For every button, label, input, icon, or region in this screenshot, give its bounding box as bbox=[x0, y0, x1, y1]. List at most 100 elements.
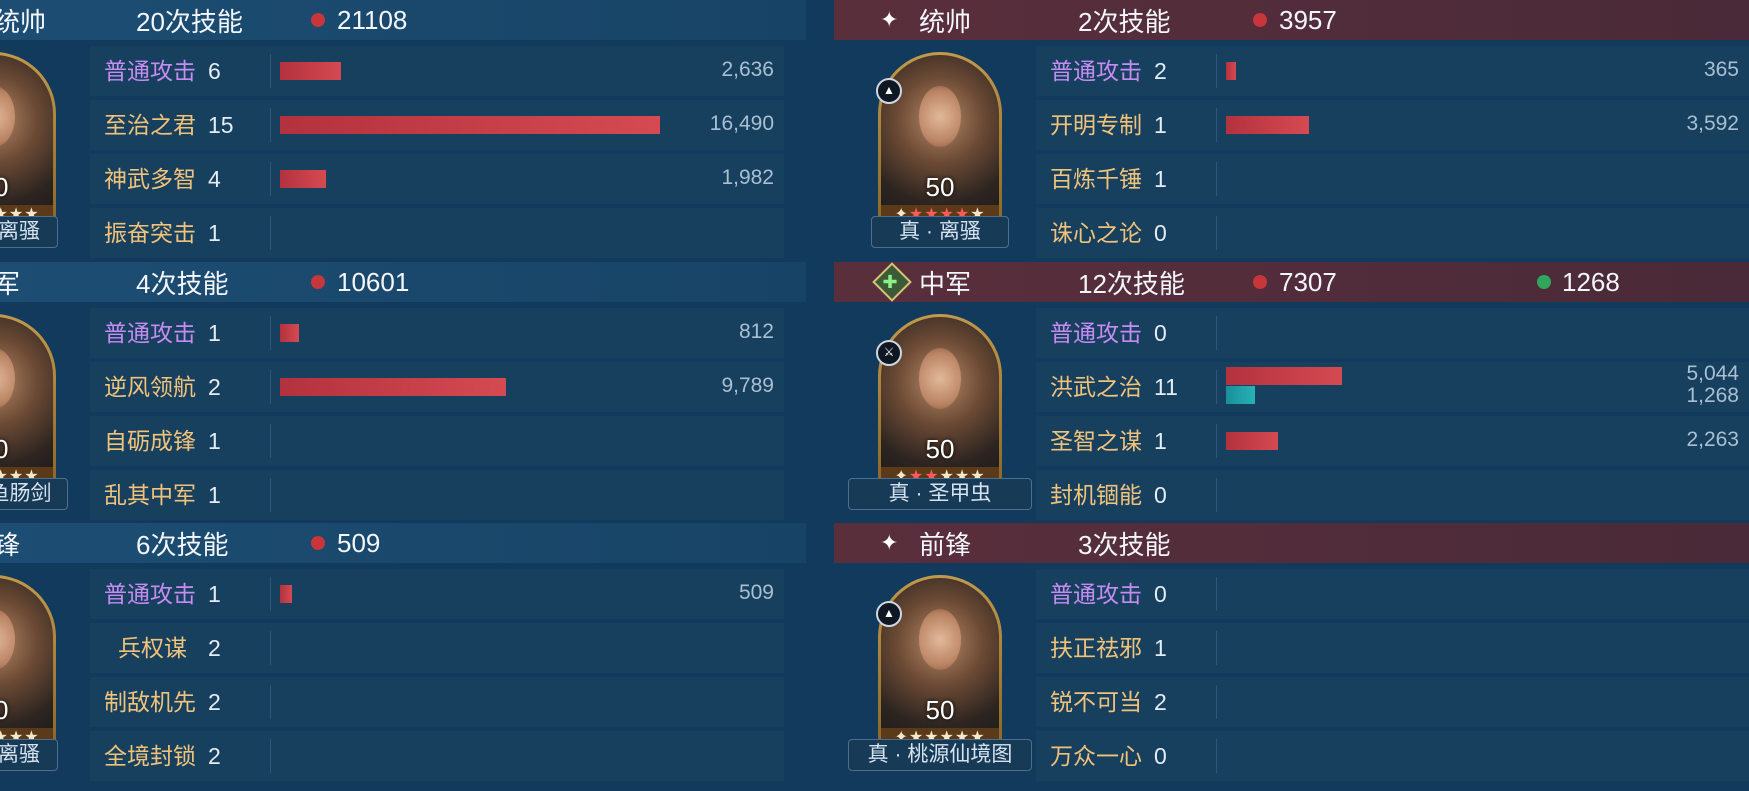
hero-image: 50✦★★★★★ bbox=[0, 578, 53, 748]
role-label: 统帅 bbox=[919, 6, 972, 37]
member-section: ✚ 中军 12次技能 7307 1268 50 ✦★★★★★ ⚔ 真 · 圣甲虫 普通攻击 0 洪武之… bbox=[834, 262, 1749, 523]
skill-row: 振奋突击 1 bbox=[90, 208, 784, 258]
hero-image: 50✦★★★★★ bbox=[881, 55, 999, 225]
normal-attack-label: 普通攻击 bbox=[1050, 581, 1142, 607]
member-header: 统帅 20次技能 21108 bbox=[0, 0, 806, 40]
skill-name: 百炼千锤 bbox=[1050, 166, 1142, 192]
row-divider bbox=[270, 54, 271, 88]
heal-total: 1268 bbox=[1562, 266, 1620, 297]
member-header: ✦ 统帅 2次技能 3957 bbox=[834, 0, 1749, 40]
cast-count: 0 bbox=[1154, 581, 1167, 607]
role-label: 统帅 bbox=[0, 6, 47, 37]
star-icon: ✦ bbox=[880, 7, 899, 32]
damage-value: 2,263 bbox=[1686, 428, 1739, 451]
skill-name: 锐不可当 bbox=[1050, 689, 1142, 715]
tank-icon: ▲ bbox=[876, 601, 902, 627]
hero-portrait[interactable]: 50✦★★★★★ bbox=[0, 575, 56, 751]
hero-level: 50 bbox=[0, 172, 9, 202]
cast-count: 0 bbox=[1154, 482, 1167, 508]
skill-row: 全境封锁 2 bbox=[90, 731, 784, 781]
cast-count: 1 bbox=[1154, 166, 1167, 192]
equipment-tag[interactable]: 离骚 bbox=[0, 216, 58, 248]
damage-total: 21108 bbox=[337, 4, 408, 35]
row-divider bbox=[1216, 424, 1217, 458]
damage-value: 5,044 bbox=[1686, 362, 1739, 385]
row-divider bbox=[1216, 478, 1217, 512]
skill-name: 逆风领航 bbox=[104, 374, 196, 400]
skill-row: 兵权谋 2 bbox=[90, 623, 784, 673]
damage-bar bbox=[280, 378, 506, 396]
damage-bar bbox=[280, 170, 326, 188]
skill-name: 至治之君 bbox=[104, 112, 196, 138]
damage-total: 10601 bbox=[337, 266, 410, 297]
row-divider bbox=[1216, 739, 1217, 773]
cast-count: 1 bbox=[208, 428, 221, 454]
skill-row: 诛心之论 0 bbox=[1036, 208, 1749, 258]
hero-portrait[interactable]: 50✦★★★★★ bbox=[0, 52, 56, 228]
cast-count: 6 bbox=[208, 58, 221, 84]
skill-row: 普通攻击 6 2,636 bbox=[90, 46, 784, 96]
row-divider bbox=[1216, 631, 1217, 665]
damage-total: 7307 bbox=[1279, 266, 1337, 297]
hero-portrait[interactable]: 50✦★★★★★ bbox=[878, 314, 1002, 490]
member-section: 军 4次技能 10601 50✦★★★★★鱼肠剑 普通攻击 1 812 逆风领航 2 9,789 自… bbox=[0, 262, 806, 523]
skill-row: 圣智之谋 1 2,263 bbox=[1036, 416, 1749, 466]
sword-icon: ⚔ bbox=[876, 340, 902, 366]
damage-value: 16,490 bbox=[709, 112, 774, 135]
skill-name: 洪武之治 bbox=[1050, 374, 1142, 400]
skill-row: 普通攻击 0 bbox=[1036, 308, 1749, 358]
skill-row: 扶正祛邪 1 bbox=[1036, 623, 1749, 673]
row-divider bbox=[270, 108, 271, 142]
heart-icon: ✚ bbox=[882, 272, 898, 292]
skill-name: 开明专制 bbox=[1050, 112, 1142, 138]
member-header: 锋 6次技能 509 bbox=[0, 523, 806, 563]
hero-image: 50✦★★★★★ bbox=[881, 578, 999, 748]
normal-attack-label: 普通攻击 bbox=[104, 58, 196, 84]
role-label: 前锋 bbox=[919, 529, 972, 560]
equipment-tag[interactable]: 真 · 桃源仙境图 bbox=[848, 739, 1032, 771]
cast-count: 1 bbox=[208, 581, 221, 607]
skill-name: 制敌机先 bbox=[104, 689, 196, 715]
row-divider bbox=[270, 216, 271, 250]
cast-count: 2 bbox=[208, 374, 221, 400]
cast-count: 1 bbox=[208, 482, 221, 508]
skill-count: 20次技能 bbox=[136, 6, 243, 37]
hero-portrait[interactable]: 50✦★★★★★ bbox=[0, 314, 56, 490]
damage-bar bbox=[280, 62, 341, 80]
equipment-tag[interactable]: 真 · 圣甲虫 bbox=[848, 478, 1032, 510]
damage-bar bbox=[280, 116, 660, 134]
right-team-panel: ✦ 统帅 2次技能 3957 50 ✦★★★★★ ▲ 真 · 离骚 普通攻击 2 365 开明专制 1 3… bbox=[834, 0, 1749, 791]
normal-attack-label: 普通攻击 bbox=[1050, 320, 1142, 346]
hero-face bbox=[0, 608, 16, 670]
skill-count: 6次技能 bbox=[136, 529, 229, 560]
hero-portrait[interactable]: 50✦★★★★★ bbox=[878, 52, 1002, 228]
damage-dot bbox=[311, 536, 325, 550]
hero-face bbox=[0, 85, 16, 147]
normal-attack-label: 普通攻击 bbox=[1050, 58, 1142, 84]
normal-attack-label: 普通攻击 bbox=[104, 581, 196, 607]
damage-total: 3957 bbox=[1279, 4, 1337, 35]
star-icon: ✦ bbox=[880, 530, 899, 555]
hero-level: 50 bbox=[925, 434, 955, 464]
skill-name: 振奋突击 bbox=[104, 220, 196, 246]
skill-row: 乱其中军 1 bbox=[90, 470, 784, 520]
skill-name: 乱其中军 bbox=[104, 482, 196, 508]
cast-count: 0 bbox=[1154, 220, 1167, 246]
hero-portrait[interactable]: 50✦★★★★★ bbox=[878, 575, 1002, 751]
damage-bar bbox=[280, 324, 299, 342]
left-team-panel: 统帅20次技能2110850✦★★★★★离骚普通攻击62,636至治之君1516… bbox=[0, 0, 806, 791]
equipment-tag[interactable]: 鱼肠剑 bbox=[0, 478, 68, 510]
damage-dot bbox=[1253, 13, 1267, 27]
skill-name: 自砺成锋 bbox=[104, 428, 196, 454]
equipment-tag[interactable]: 真 · 离骚 bbox=[871, 216, 1009, 248]
cast-count: 2 bbox=[208, 635, 221, 661]
damage-value: 9,789 bbox=[721, 374, 774, 397]
cast-count: 1 bbox=[1154, 635, 1167, 661]
damage-value: 3,592 bbox=[1686, 112, 1739, 135]
hero-face bbox=[918, 85, 962, 147]
hero-image: 50✦★★★★★ bbox=[0, 317, 53, 487]
damage-total: 509 bbox=[337, 527, 381, 558]
row-divider bbox=[1216, 54, 1217, 88]
damage-value: 2,636 bbox=[721, 58, 774, 81]
equipment-tag[interactable]: 离骚 bbox=[0, 739, 58, 771]
